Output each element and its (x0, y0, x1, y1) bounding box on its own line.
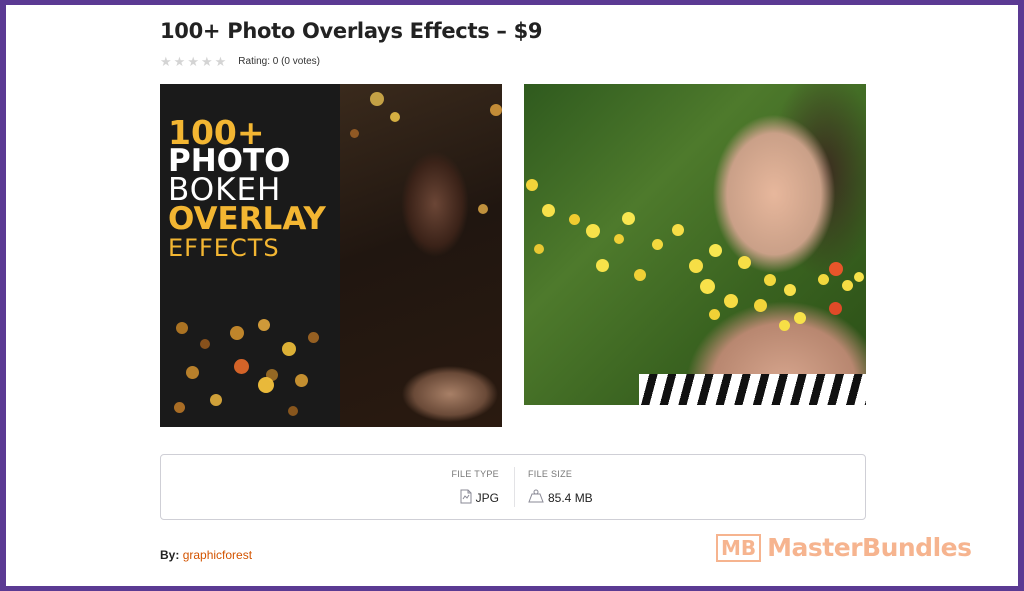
bokeh-light (842, 280, 853, 291)
star-icon[interactable]: ★ (215, 55, 227, 68)
author-link[interactable]: graphicforest (183, 548, 252, 562)
bokeh-light (794, 312, 806, 324)
file-type-value: JPG (475, 491, 499, 505)
page: 100+ Photo Overlays Effects – $9 ★ ★ ★ ★… (6, 5, 1018, 586)
bokeh-light (764, 274, 776, 286)
file-type: FILE TYPE JPG (451, 469, 499, 507)
bokeh-light (186, 366, 199, 379)
file-size-value: 85.4 MB (548, 490, 593, 505)
bokeh-light (634, 269, 646, 281)
bokeh-light (724, 294, 738, 308)
bokeh-light (784, 284, 796, 296)
bokeh-light (478, 204, 488, 214)
bokeh-light (210, 394, 222, 406)
bokeh-light (288, 406, 298, 416)
cover-line-5: EFFECTS (168, 234, 280, 262)
file-size-label: FILE SIZE (528, 469, 573, 479)
preview-image-cover[interactable]: 100+ PHOTO BOKEH OVERLAY EFFECTS (160, 84, 502, 427)
bokeh-light (700, 279, 715, 294)
star-icon[interactable]: ★ (160, 55, 172, 68)
star-icon[interactable]: ★ (174, 55, 186, 68)
cover-line-4: OVERLAY (168, 201, 326, 237)
bokeh-light (370, 92, 384, 106)
bokeh-light (709, 309, 720, 320)
file-type-label: FILE TYPE (451, 469, 499, 479)
bokeh-light (586, 224, 600, 238)
bokeh-light (350, 129, 359, 138)
weight-icon (528, 489, 544, 506)
bokeh-light (829, 302, 842, 315)
watermark-text: MasterBundles (767, 533, 972, 562)
bokeh-light (534, 244, 544, 254)
rating: ★ ★ ★ ★ ★ Rating: 0 (0 votes) (160, 55, 320, 68)
bokeh-light (754, 299, 767, 312)
bokeh-light (295, 374, 308, 387)
bokeh-light (622, 212, 635, 225)
bokeh-light (738, 256, 751, 269)
product-title: 100+ Photo Overlays Effects – $9 (160, 19, 543, 43)
bokeh-light (542, 204, 555, 217)
bokeh-light (829, 262, 843, 276)
author-byline: By: graphicforest (160, 548, 252, 562)
cover-photo (340, 84, 502, 427)
cover-headline: 100+ PHOTO BOKEH OVERLAY EFFECTS (168, 116, 326, 263)
bokeh-light (672, 224, 684, 236)
file-size: FILE SIZE 85.4 MB (528, 469, 593, 506)
bokeh-light (614, 234, 624, 244)
bokeh-light (176, 322, 188, 334)
bokeh-light (258, 319, 270, 331)
bokeh-light (174, 402, 185, 413)
bokeh-light (490, 104, 502, 116)
bokeh-light (282, 342, 296, 356)
bokeh-light (200, 339, 210, 349)
bokeh-light (308, 332, 319, 343)
star-icon[interactable]: ★ (201, 55, 213, 68)
bokeh-light (652, 239, 663, 250)
bokeh-light (230, 326, 244, 340)
bokeh-light (854, 272, 864, 282)
file-icon (460, 489, 472, 507)
bokeh-light (779, 320, 790, 331)
watermark-logo: MB (716, 533, 762, 562)
watermark: MB MasterBundles (716, 533, 972, 562)
bokeh-light (569, 214, 580, 225)
file-info-box: FILE TYPE JPG FILE SIZE 85.4 MB (160, 454, 866, 520)
file-info-divider (514, 467, 515, 507)
star-icon[interactable]: ★ (187, 55, 199, 68)
bokeh-light (818, 274, 829, 285)
bokeh-light (689, 259, 703, 273)
bokeh-light (709, 244, 722, 257)
star-rating[interactable]: ★ ★ ★ ★ ★ (160, 55, 226, 68)
bokeh-light (258, 377, 274, 393)
striped-top (639, 374, 866, 405)
bokeh-light (390, 112, 400, 122)
bokeh-light (596, 259, 609, 272)
bokeh-light (234, 359, 249, 374)
bokeh-light (526, 179, 538, 191)
rating-text: Rating: 0 (0 votes) (238, 56, 320, 67)
author-by-label: By: (160, 548, 180, 562)
preview-image-portrait[interactable] (524, 84, 866, 405)
